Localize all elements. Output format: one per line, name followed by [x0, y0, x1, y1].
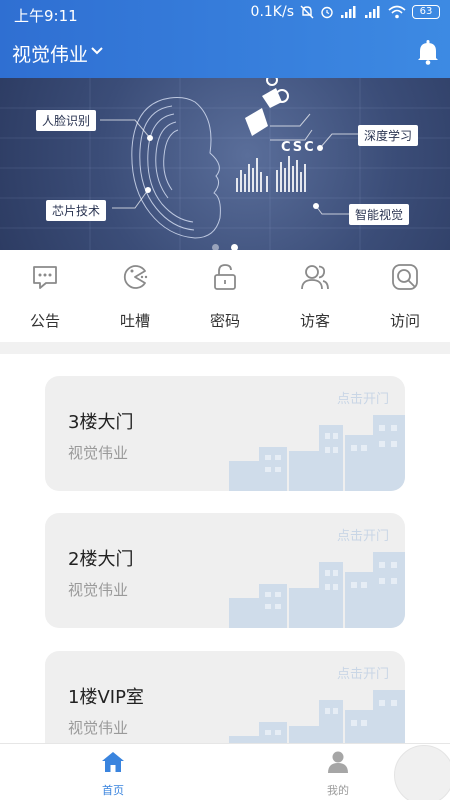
door-company: 视觉伟业: [68, 444, 129, 462]
floating-assist-button[interactable]: [394, 745, 450, 800]
door-name: 1楼VIP室: [68, 687, 144, 708]
menu-label-password: 密码: [209, 312, 240, 330]
menu-item-notice[interactable]: 公告: [0, 250, 90, 342]
door-card[interactable]: 点击开门 2楼大门 视觉伟业: [45, 513, 405, 628]
section-divider: [0, 342, 450, 354]
users-icon: [301, 265, 329, 290]
menu-label-visitor: 访客: [299, 312, 330, 330]
promo-banner[interactable]: CSC 人脸识别 芯片技术 深度学习 智能视觉: [0, 78, 450, 250]
status-time: 上午9:11: [14, 7, 78, 25]
menu-item-feedback[interactable]: 吐槽: [90, 250, 180, 342]
quick-menu: 公告 吐槽 密码 访客 访问: [0, 250, 450, 342]
tab-mine[interactable]: 我的: [288, 744, 388, 800]
company-selector[interactable]: 视觉伟业: [12, 40, 88, 67]
open-door-button[interactable]: 点击开门: [337, 388, 389, 407]
door-company: 视觉伟业: [68, 581, 129, 599]
chevron-down-icon[interactable]: [90, 44, 104, 58]
open-door-button[interactable]: 点击开门: [337, 525, 389, 544]
menu-item-password[interactable]: 密码: [180, 250, 270, 342]
menu-label-access: 访问: [389, 312, 420, 330]
pacman-chat-icon: [123, 265, 148, 289]
door-name: 2楼大门: [68, 549, 134, 570]
banner-label-chip: 芯片技术: [46, 200, 107, 221]
status-icons: 0.1K/s 63: [251, 4, 440, 20]
title-bar: 视觉伟业: [0, 28, 450, 78]
open-door-button[interactable]: 点击开门: [337, 663, 389, 682]
banner-label-vision: 智能视觉: [349, 204, 410, 225]
banner-logo-text: CSC: [281, 140, 316, 155]
signal-icon-2: [365, 6, 380, 18]
menu-label-notice: 公告: [29, 312, 60, 330]
search-icon: [392, 264, 418, 290]
tab-home-label: 首页: [102, 784, 124, 797]
menu-item-access[interactable]: 访问: [360, 250, 450, 342]
app-header: 上午9:11 0.1K/s 63 视觉伟业: [0, 0, 450, 78]
banner-label-face: 人脸识别: [36, 110, 97, 131]
tab-mine-label: 我的: [327, 784, 349, 797]
home-icon: [102, 752, 124, 772]
lock-icon: [214, 264, 236, 290]
battery-icon: 63: [412, 5, 440, 19]
door-company: 视觉伟业: [68, 719, 129, 737]
signal-icon: [341, 6, 356, 18]
tab-home[interactable]: 首页: [63, 744, 163, 800]
banner-label-deep-learning: 深度学习: [358, 125, 419, 146]
status-bar: 上午9:11 0.1K/s 63: [0, 0, 450, 28]
alarm-icon: [321, 6, 333, 19]
wifi-icon: [388, 5, 406, 19]
network-speed: 0.1K/s: [250, 4, 294, 20]
door-name: 3楼大门: [68, 412, 134, 433]
person-icon: [328, 751, 348, 773]
message-icon: [33, 266, 57, 289]
mute-bell-icon: [300, 5, 314, 19]
building-illustration: [229, 552, 405, 628]
bell-icon[interactable]: [416, 39, 440, 65]
door-card[interactable]: 点击开门 3楼大门 视觉伟业: [45, 376, 405, 491]
banner-pagination: [0, 236, 450, 250]
bottom-tab-bar: 首页 我的: [0, 743, 450, 800]
menu-label-feedback: 吐槽: [119, 312, 150, 330]
building-illustration: [229, 415, 405, 491]
menu-item-visitor[interactable]: 访客: [270, 250, 360, 342]
